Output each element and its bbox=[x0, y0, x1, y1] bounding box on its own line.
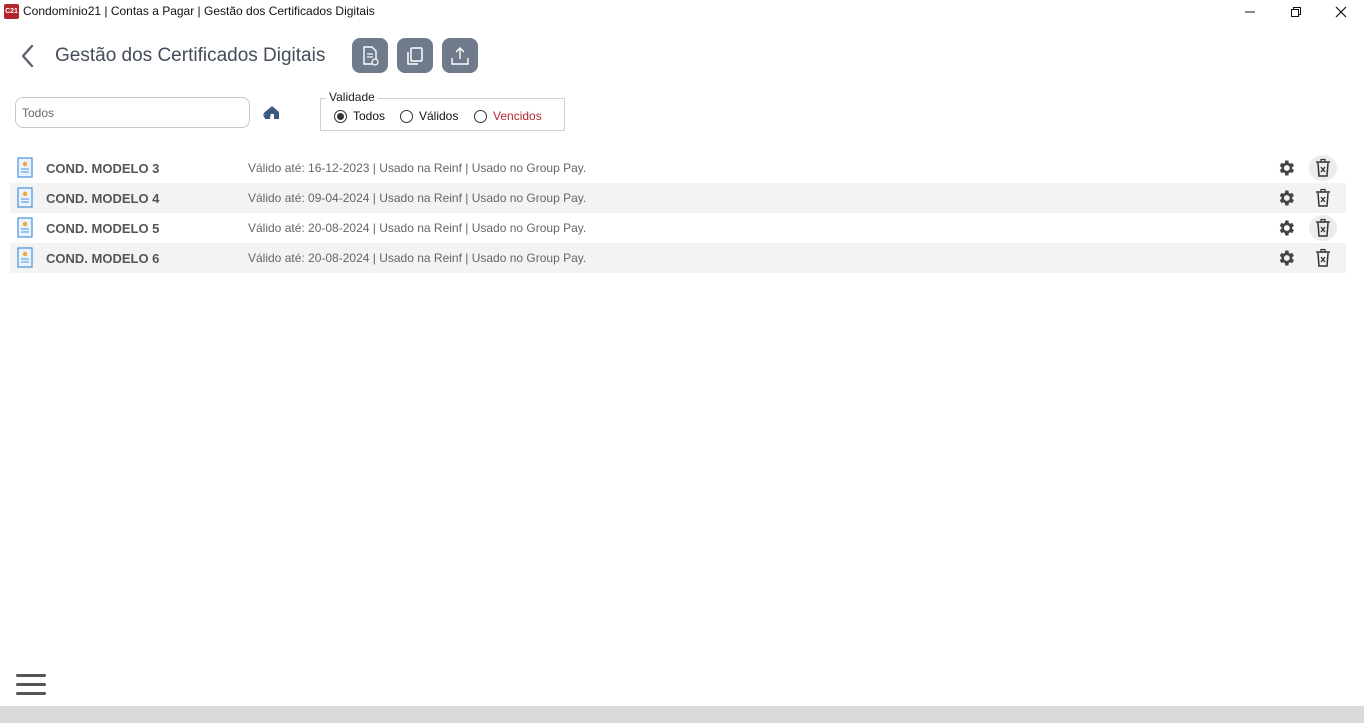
certificate-info: Válido até: 20-08-2024 | Usado na Reinf … bbox=[248, 221, 587, 235]
radio-label: Válidos bbox=[419, 109, 459, 123]
delete-button[interactable] bbox=[1309, 185, 1337, 211]
copy-button[interactable] bbox=[397, 38, 433, 73]
certificate-icon bbox=[17, 247, 33, 268]
settings-button[interactable] bbox=[1274, 247, 1298, 269]
upload-button[interactable] bbox=[442, 38, 478, 73]
certificate-name: COND. MODELO 6 bbox=[46, 251, 160, 266]
hamburger-icon bbox=[16, 674, 46, 695]
radio-todos[interactable]: Todos bbox=[334, 109, 385, 123]
home-filter-icon bbox=[263, 106, 279, 119]
radio-unchecked-icon bbox=[474, 109, 487, 123]
trash-icon bbox=[1316, 158, 1330, 177]
certificate-info: Válido até: 16-12-2023 | Usado na Reinf … bbox=[248, 161, 587, 175]
window-titlebar: C21 Condomínio21 | Contas a Pagar | Gest… bbox=[0, 0, 1364, 24]
radio-vencidos[interactable]: Vencidos bbox=[474, 109, 542, 123]
search-input[interactable] bbox=[15, 97, 250, 128]
settings-button[interactable] bbox=[1274, 217, 1298, 239]
delete-button[interactable] bbox=[1309, 155, 1337, 181]
new-certificate-button[interactable] bbox=[352, 38, 388, 73]
delete-button[interactable] bbox=[1309, 215, 1337, 241]
certificate-name: COND. MODELO 4 bbox=[46, 191, 160, 206]
radio-label: Vencidos bbox=[493, 109, 542, 123]
minimize-button[interactable] bbox=[1227, 0, 1273, 24]
hamburger-menu-button[interactable] bbox=[16, 673, 46, 697]
back-button[interactable] bbox=[16, 42, 40, 70]
certificate-icon bbox=[17, 217, 33, 238]
trash-icon bbox=[1316, 248, 1330, 267]
page-title: Gestão dos Certificados Digitais bbox=[55, 45, 326, 66]
trash-icon bbox=[1316, 218, 1330, 237]
gear-icon bbox=[1279, 190, 1294, 206]
settings-button[interactable] bbox=[1274, 187, 1298, 209]
certificate-name: COND. MODELO 5 bbox=[46, 221, 160, 236]
certificate-icon bbox=[17, 187, 33, 208]
minimize-icon bbox=[1245, 11, 1255, 13]
certificate-name: COND. MODELO 3 bbox=[46, 161, 160, 176]
gear-icon bbox=[1279, 160, 1294, 176]
window-title: Condomínio21 | Contas a Pagar | Gestão d… bbox=[23, 4, 375, 18]
new-document-icon bbox=[363, 45, 379, 66]
certificate-row[interactable]: COND. MODELO 6 Válido até: 20-08-2024 | … bbox=[10, 243, 1346, 273]
close-icon bbox=[1335, 6, 1347, 18]
certificate-info: Válido até: 20-08-2024 | Usado na Reinf … bbox=[248, 251, 587, 265]
settings-button[interactable] bbox=[1274, 157, 1298, 179]
gear-icon bbox=[1279, 220, 1294, 236]
app-logo-icon: C21 bbox=[4, 4, 19, 19]
trash-icon bbox=[1316, 188, 1330, 207]
certificate-row[interactable]: COND. MODELO 4 Válido até: 09-04-2024 | … bbox=[10, 183, 1346, 213]
radio-checked-icon bbox=[334, 109, 347, 123]
validade-legend: Validade bbox=[326, 90, 378, 104]
restore-icon bbox=[1291, 7, 1301, 17]
filter-condominium-button[interactable] bbox=[262, 103, 282, 121]
upload-icon bbox=[451, 46, 469, 65]
certificate-row[interactable]: COND. MODELO 5 Válido até: 20-08-2024 | … bbox=[10, 213, 1346, 243]
certificate-info: Válido até: 09-04-2024 | Usado na Reinf … bbox=[248, 191, 587, 205]
certificate-row[interactable]: COND. MODELO 3 Válido até: 16-12-2023 | … bbox=[10, 153, 1346, 183]
radio-validos[interactable]: Válidos bbox=[400, 109, 458, 123]
close-button[interactable] bbox=[1318, 0, 1364, 24]
chevron-left-icon bbox=[21, 44, 34, 68]
copy-icon bbox=[407, 46, 423, 65]
radio-label: Todos bbox=[353, 109, 386, 123]
delete-button[interactable] bbox=[1309, 245, 1337, 271]
status-bar bbox=[0, 706, 1364, 723]
certificate-list: COND. MODELO 3 Válido até: 16-12-2023 | … bbox=[10, 153, 1346, 273]
restore-button[interactable] bbox=[1273, 0, 1319, 24]
gear-icon bbox=[1279, 250, 1294, 266]
radio-unchecked-icon bbox=[400, 109, 413, 123]
certificate-icon bbox=[17, 157, 33, 178]
